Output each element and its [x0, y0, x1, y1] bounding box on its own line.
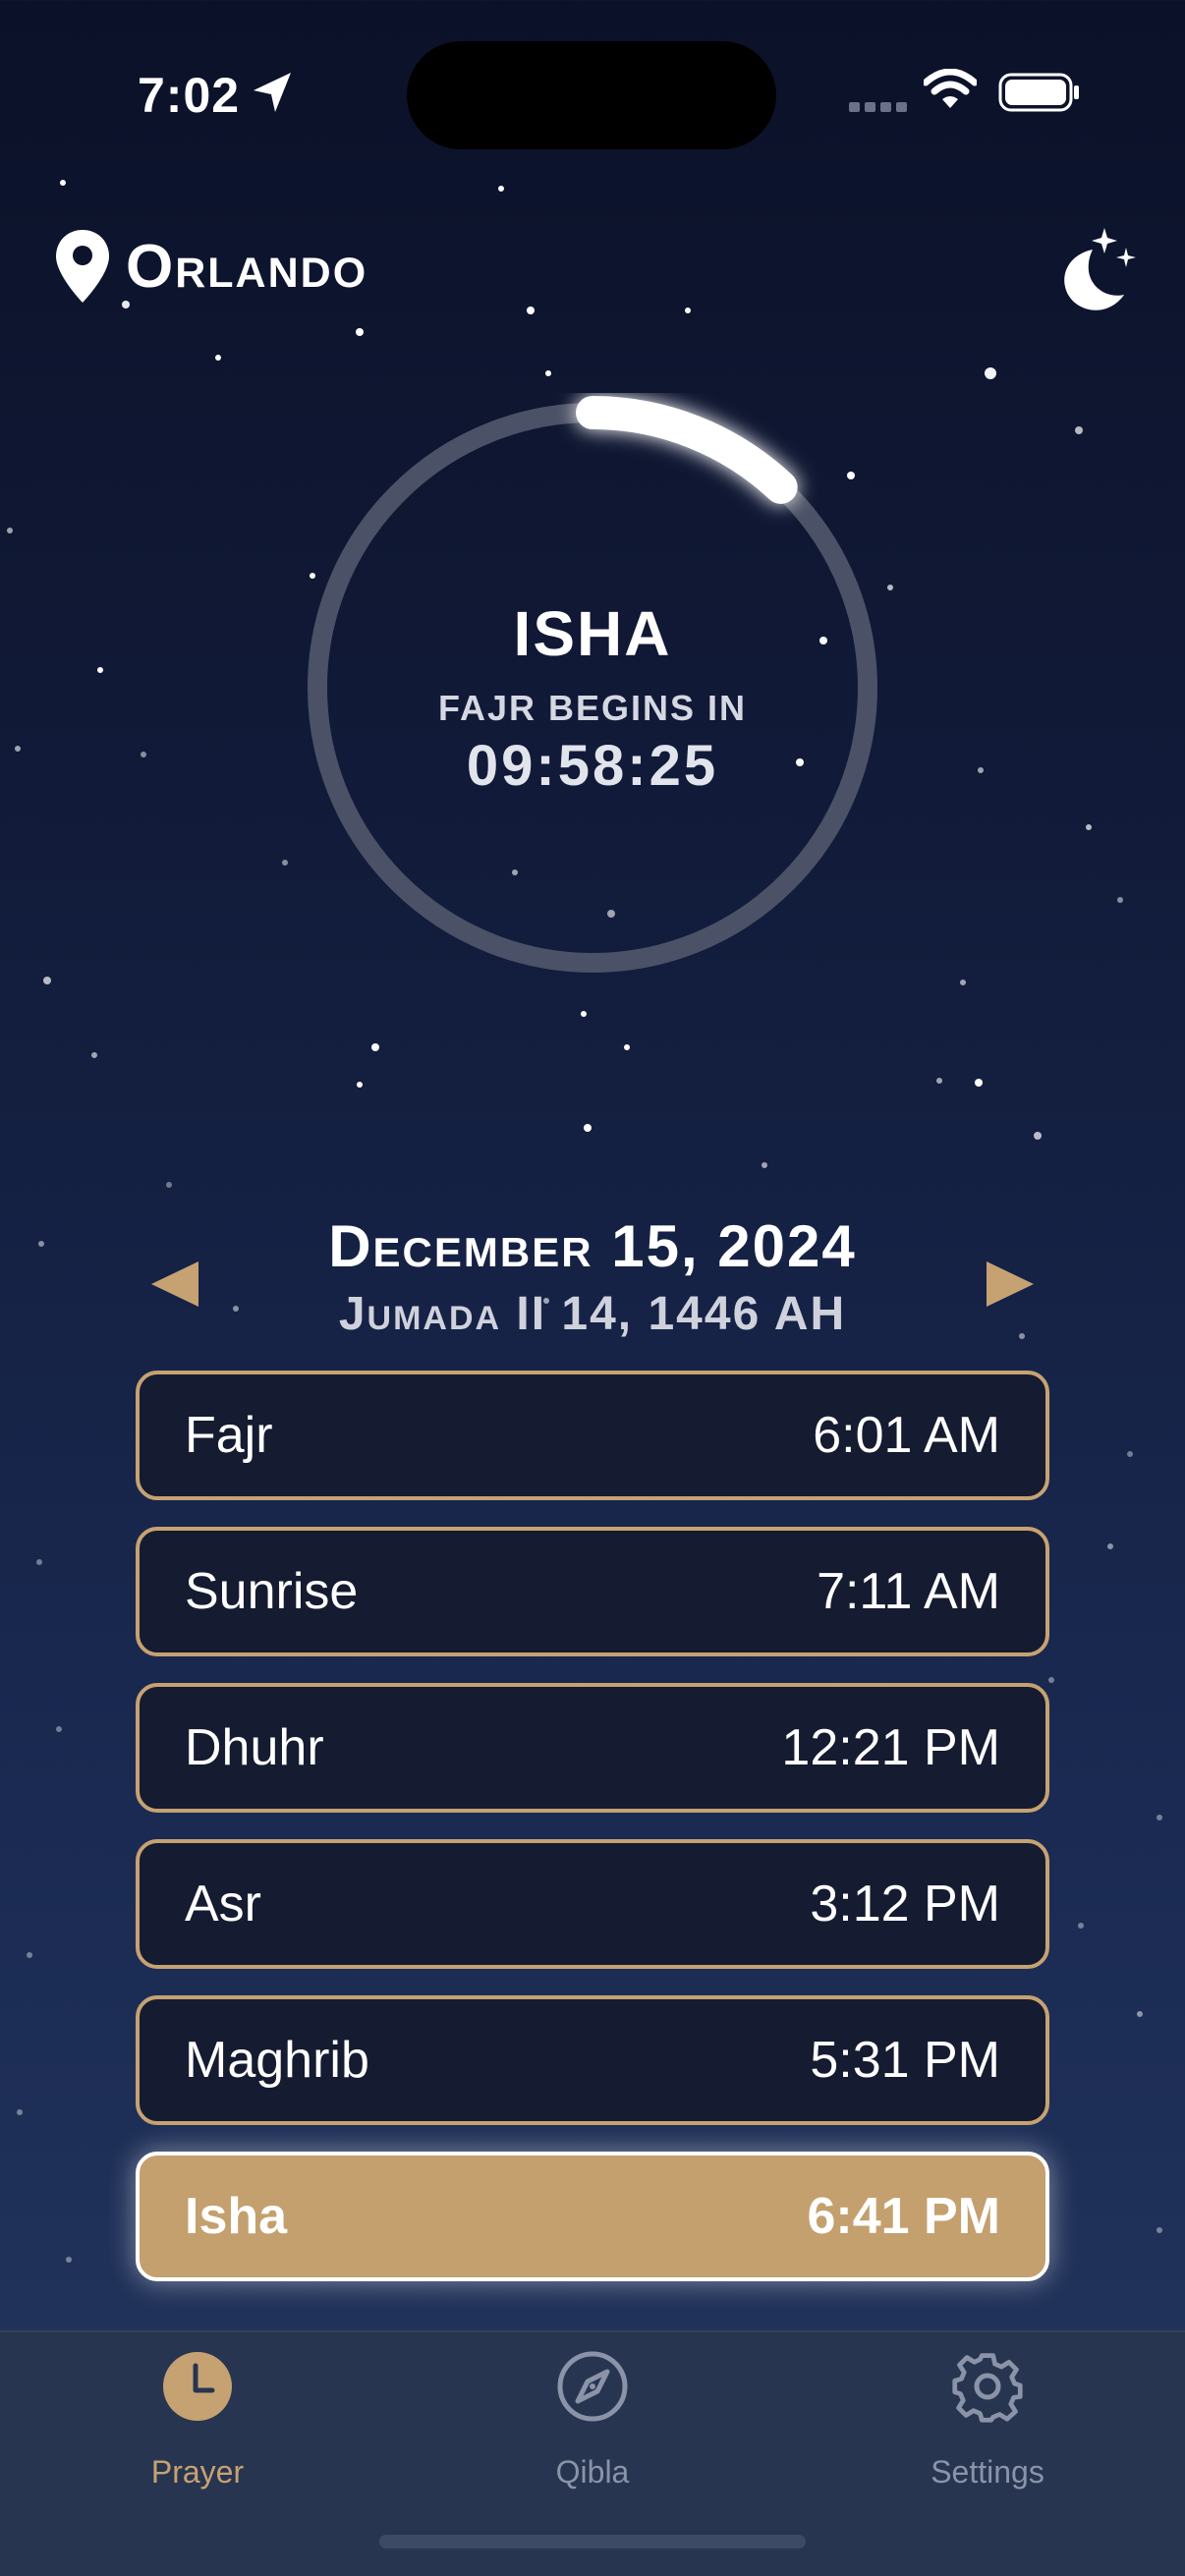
tab-prayer-label: Prayer [150, 2454, 245, 2490]
prayer-name: Asr [185, 1876, 261, 1932]
prayer-row-isha[interactable]: Isha 6:41 PM [136, 2152, 1049, 2281]
tab-qibla-label: Qibla [555, 2454, 630, 2490]
prayer-row-maghrib[interactable]: Maghrib 5:31 PM [136, 1995, 1049, 2125]
prayer-time: 12:21 PM [781, 1719, 1000, 1776]
prayer-time: 3:12 PM [810, 1876, 1000, 1932]
tab-settings[interactable]: Settings [790, 2332, 1185, 2529]
prayer-row-sunrise[interactable]: Sunrise 7:11 AM [136, 1527, 1049, 1656]
prayer-name: Fajr [185, 1407, 273, 1464]
prayer-row-dhuhr[interactable]: Dhuhr 12:21 PM [136, 1683, 1049, 1813]
next-prayer-label: FAJR BEGINS IN [437, 688, 748, 728]
countdown-timer: 09:58:25 [466, 734, 719, 798]
prayer-times-list: Fajr 6:01 AM Sunrise 7:11 AM Dhuhr 12:21… [136, 1371, 1049, 2308]
prayer-time: 5:31 PM [810, 2032, 1000, 2089]
next-day-button[interactable] [979, 1250, 1038, 1318]
current-prayer-name: ISHA [513, 598, 672, 669]
prayer-name: Dhuhr [185, 1719, 324, 1776]
clock-icon [163, 2352, 232, 2421]
location-arrow-icon [254, 73, 291, 112]
prayer-row-asr[interactable]: Asr 3:12 PM [136, 1839, 1049, 1969]
tab-qibla[interactable]: Qibla [395, 2332, 790, 2529]
tab-prayer[interactable]: Prayer [0, 2332, 395, 2529]
battery-icon [998, 73, 1079, 112]
countdown-panel: ISHA FAJR BEGINS IN 09:58:25 [298, 393, 887, 982]
home-indicator [379, 2535, 806, 2548]
status-time: 7:02 [138, 68, 241, 123]
status-bar: 7:02 [0, 0, 1185, 187]
wifi-icon [924, 69, 977, 108]
gear-icon [952, 2353, 1023, 2423]
location-name: Orlando [126, 232, 368, 301]
prayer-time: 6:01 AM [813, 1407, 1000, 1464]
dynamic-island [407, 41, 776, 149]
moon-stars-icon[interactable] [1049, 226, 1138, 316]
prayer-name: Sunrise [185, 1563, 359, 1620]
prayer-time: 7:11 AM [817, 1563, 1000, 1620]
prayer-time: 6:41 PM [807, 2188, 1000, 2245]
prayer-row-fajr[interactable]: Fajr 6:01 AM [136, 1371, 1049, 1500]
prayer-name: Maghrib [185, 2032, 369, 2089]
compass-icon [557, 2351, 628, 2422]
cellular-signal-icon [849, 102, 907, 112]
date-navigator: December 15, 2024 Jumada II 14, 1446 AH [0, 1199, 1185, 1356]
triangle-right-icon [987, 1261, 1034, 1307]
map-pin-icon [56, 230, 109, 303]
location-selector[interactable]: Orlando [53, 228, 367, 305]
prayer-name: Isha [185, 2188, 288, 2245]
tab-settings-label: Settings [931, 2454, 1044, 2490]
